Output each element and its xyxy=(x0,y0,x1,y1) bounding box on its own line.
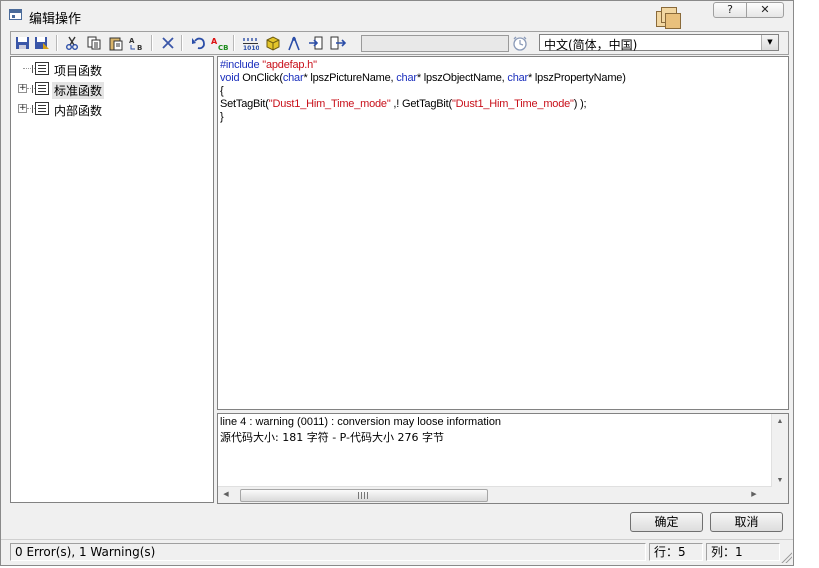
scroll-down-icon[interactable]: ▼ xyxy=(772,477,788,484)
expand-icon[interactable]: + xyxy=(18,84,27,93)
code-token: "apdefap.h" xyxy=(262,59,317,71)
export-icon[interactable] xyxy=(329,35,347,51)
code-token: * lpszObjectName, xyxy=(416,72,508,84)
code-token: SetTagBit( xyxy=(220,98,269,110)
format-icon[interactable]: 1010 xyxy=(241,35,259,51)
svg-text:A: A xyxy=(211,37,218,46)
code-token: char xyxy=(507,72,528,84)
size-info: 源代码大小: 181 字符 - P-代码大小 276 字节 xyxy=(220,431,445,444)
package-icon[interactable] xyxy=(263,35,281,51)
clock-icon[interactable] xyxy=(511,35,529,51)
tree-item-label: 项目函数 xyxy=(54,64,103,78)
windows-stack-icon xyxy=(656,5,681,29)
save-as-icon[interactable] xyxy=(33,35,51,51)
code-line: void OnClick(char* lpszPictureName, char… xyxy=(220,72,626,85)
function-list-icon xyxy=(32,62,49,75)
compile-icon[interactable]: A CB xyxy=(210,35,228,51)
cut-icon[interactable] xyxy=(63,35,81,51)
resize-grip-icon[interactable] xyxy=(780,551,792,563)
code-token: "Dust1_Him_Time_mode" xyxy=(268,98,391,110)
tree-item-label: 内部函数 xyxy=(54,104,103,118)
code-token: "Dust1_Him_Time_mode" xyxy=(451,98,574,110)
tree-item-project-functions[interactable]: 项目函数 xyxy=(15,60,205,78)
code-line: { xyxy=(220,85,224,98)
error-count: 0 Error(s), 1 Warning(s) xyxy=(10,543,646,561)
expand-icon[interactable]: + xyxy=(18,104,27,113)
replace-icon[interactable]: AB xyxy=(128,35,146,51)
compass-icon[interactable] xyxy=(285,35,303,51)
code-line: #include "apdefap.h" xyxy=(220,59,317,72)
help-button[interactable]: ? xyxy=(713,2,747,18)
code-line: } xyxy=(220,111,224,124)
row-indicator: 行：5 xyxy=(649,543,703,561)
scroll-up-icon[interactable]: ▲ xyxy=(772,418,788,425)
code-token: ,! GetTagBit( xyxy=(390,98,452,110)
scroll-left-icon[interactable]: ◀ xyxy=(218,490,234,498)
code-token: OnClick( xyxy=(239,72,283,84)
import-icon[interactable] xyxy=(306,35,324,51)
svg-text:A: A xyxy=(129,37,135,45)
code-token: * lpszPropertyName) xyxy=(528,72,626,84)
paste-icon[interactable] xyxy=(107,35,125,51)
toolbar: AB A CB 1010 中文(简体，中国) ▼ xyxy=(10,31,789,55)
language-value: 中文(简体，中国) xyxy=(544,38,638,52)
edit-action-dialog: 编辑操作 ? ✕ AB A CB 1010 中文(简体，中国) ▼ 项目函数 +… xyxy=(0,0,794,566)
warning-message: line 4 : warning (0011) : conversion may… xyxy=(220,416,502,428)
compiler-output[interactable]: line 4 : warning (0011) : conversion may… xyxy=(217,413,789,504)
code-token: #include xyxy=(220,59,263,71)
tree-item-label: 标准函数 xyxy=(52,82,105,99)
blank-combo-field[interactable] xyxy=(361,35,509,52)
title-bar[interactable]: 编辑操作 ? ✕ xyxy=(1,1,793,31)
code-token: void xyxy=(220,72,240,84)
column-indicator: 列：1 xyxy=(706,543,780,561)
window-title: 编辑操作 xyxy=(29,12,82,27)
language-select[interactable]: 中文(简体，中国) ▼ xyxy=(539,34,779,52)
window-icon xyxy=(9,9,22,20)
undo-icon[interactable] xyxy=(189,35,207,51)
svg-text:1010: 1010 xyxy=(243,45,259,50)
status-bar: 0 Error(s), 1 Warning(s) 行：5 列：1 xyxy=(1,539,793,564)
code-token: char xyxy=(282,72,304,84)
code-token: char xyxy=(396,72,417,84)
save-icon[interactable] xyxy=(13,35,31,51)
tree-item-standard-functions[interactable]: + 标准函数 xyxy=(15,80,205,99)
close-button[interactable]: ✕ xyxy=(746,2,784,18)
cancel-button[interactable]: 取消 xyxy=(710,512,783,532)
scroll-right-icon[interactable]: ▶ xyxy=(746,490,762,498)
delete-icon[interactable] xyxy=(159,35,177,51)
code-line: SetTagBit("Dust1_Him_Time_mode" ,! GetTa… xyxy=(220,98,587,111)
code-token: ) ); xyxy=(573,98,587,110)
tree-item-internal-functions[interactable]: + 内部函数 xyxy=(15,100,205,118)
horizontal-scrollbar[interactable]: ◀ ▶ xyxy=(218,486,772,503)
function-list-icon xyxy=(32,82,49,95)
chevron-down-icon[interactable]: ▼ xyxy=(761,35,778,50)
scrollbar-thumb[interactable] xyxy=(240,489,488,502)
ok-button[interactable]: 确定 xyxy=(630,512,703,532)
vertical-scrollbar[interactable]: ▲ ▼ xyxy=(771,414,788,486)
code-editor[interactable]: #include "apdefap.h" void OnClick(char* … xyxy=(217,56,789,410)
function-list-icon xyxy=(32,102,49,115)
scroll-corner xyxy=(772,486,788,503)
svg-text:B: B xyxy=(137,44,142,51)
code-token: { xyxy=(220,85,224,97)
copy-icon[interactable] xyxy=(85,35,103,51)
function-tree: 项目函数 + 标准函数 + 内部函数 xyxy=(10,56,214,503)
grip-icon xyxy=(358,492,370,499)
svg-text:CB: CB xyxy=(218,44,228,51)
code-token: } xyxy=(220,111,224,123)
code-token: * lpszPictureName, xyxy=(303,72,397,84)
